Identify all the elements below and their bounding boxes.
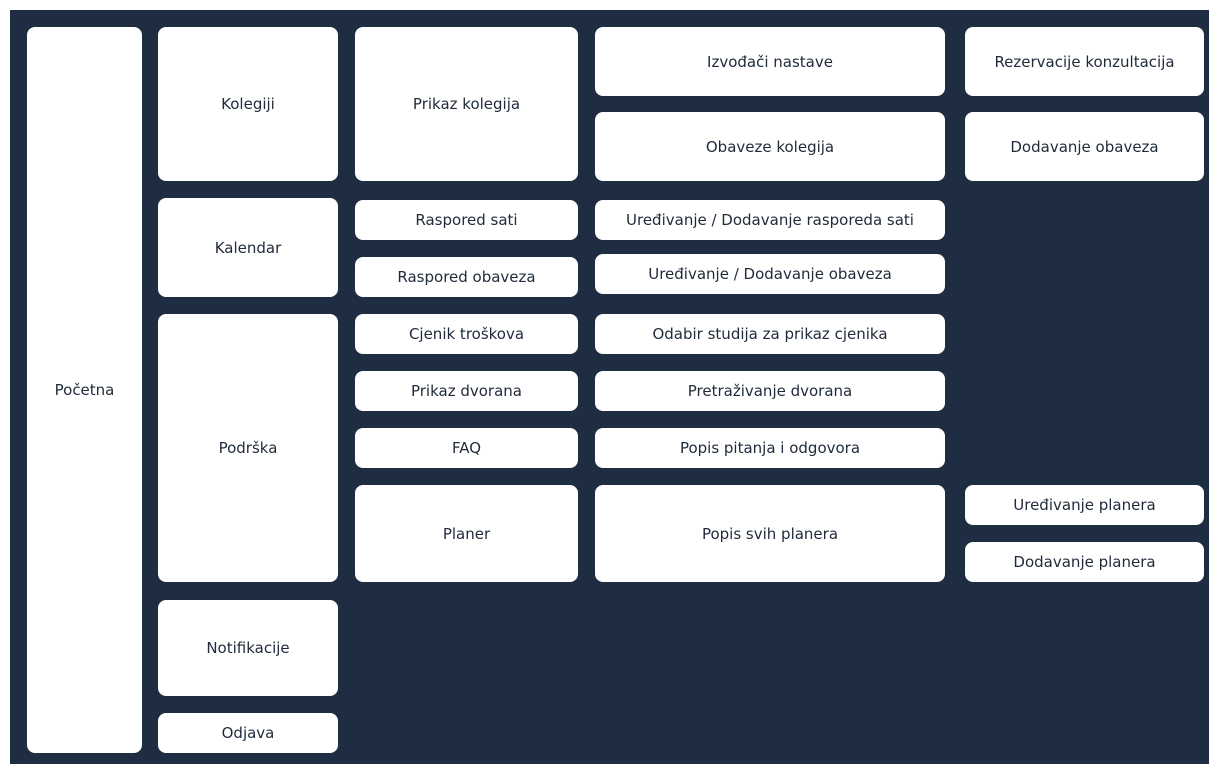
node-rezervacije-konzultacija[interactable]: Rezervacije konzultacija <box>965 27 1204 96</box>
node-cjenik-troskova[interactable]: Cjenik troškova <box>355 314 578 354</box>
node-prikaz-dvorana[interactable]: Prikaz dvorana <box>355 371 578 411</box>
node-planer[interactable]: Planer <box>355 485 578 582</box>
node-prikaz-kolegija[interactable]: Prikaz kolegija <box>355 27 578 181</box>
node-odjava[interactable]: Odjava <box>158 713 338 753</box>
node-dodavanje-obaveza[interactable]: Dodavanje obaveza <box>965 112 1204 181</box>
node-notifikacije[interactable]: Notifikacije <box>158 600 338 696</box>
node-pocetna[interactable]: Početna <box>27 27 142 753</box>
node-uredjivanje-obaveza[interactable]: Uređivanje / Dodavanje obaveza <box>595 254 945 294</box>
node-dodavanje-planera[interactable]: Dodavanje planera <box>965 542 1204 582</box>
node-obaveze-kolegija[interactable]: Obaveze kolegija <box>595 112 945 181</box>
node-raspored-obaveza[interactable]: Raspored obaveza <box>355 257 578 297</box>
node-uredjivanje-planera[interactable]: Uređivanje planera <box>965 485 1204 525</box>
node-popis-svih-planera[interactable]: Popis svih planera <box>595 485 945 582</box>
node-izvodjaci-nastave[interactable]: Izvođači nastave <box>595 27 945 96</box>
node-raspored-sati[interactable]: Raspored sati <box>355 200 578 240</box>
node-podrska[interactable]: Podrška <box>158 314 338 582</box>
node-pretrazivanje-dvorana[interactable]: Pretraživanje dvorana <box>595 371 945 411</box>
node-kolegiji[interactable]: Kolegiji <box>158 27 338 181</box>
node-kalendar[interactable]: Kalendar <box>158 198 338 297</box>
node-uredjivanje-rasporeda-sati[interactable]: Uređivanje / Dodavanje rasporeda sati <box>595 200 945 240</box>
node-odabir-studija[interactable]: Odabir studija za prikaz cjenika <box>595 314 945 354</box>
node-faq[interactable]: FAQ <box>355 428 578 468</box>
sitemap-diagram: Početna Kolegiji Kalendar Podrška Notifi… <box>10 10 1209 764</box>
node-popis-pitanja[interactable]: Popis pitanja i odgovora <box>595 428 945 468</box>
